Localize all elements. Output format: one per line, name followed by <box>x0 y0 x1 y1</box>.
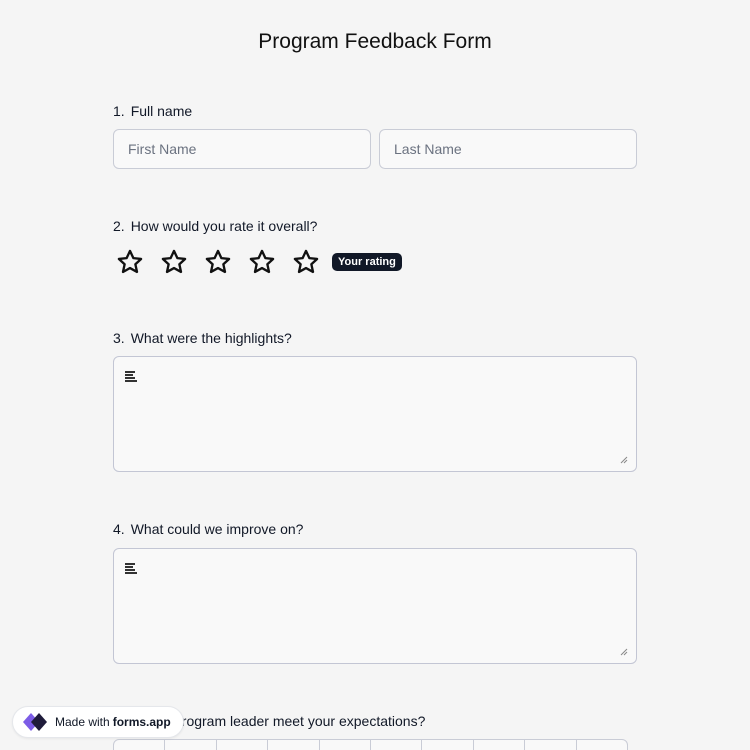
question-3-label: 3. What were the highlights? <box>113 330 292 346</box>
question-number: 4. <box>113 521 125 537</box>
star-5-icon[interactable] <box>292 248 320 276</box>
star-3-icon[interactable] <box>204 248 232 276</box>
form-title: Program Feedback Form <box>258 30 492 53</box>
scale-option[interactable] <box>524 739 577 750</box>
scale-option[interactable] <box>472 739 526 750</box>
question-number: 3. <box>113 330 125 346</box>
brand-name: forms.app <box>112 715 171 729</box>
scale-option[interactable] <box>369 739 423 750</box>
question-number: 1. <box>113 103 125 119</box>
text-align-icon <box>125 371 137 382</box>
last-name-input[interactable]: Last Name <box>379 129 637 169</box>
question-number: 2. <box>113 218 125 234</box>
question-text: What were the highlights? <box>130 330 292 346</box>
star-4-icon[interactable] <box>248 248 276 276</box>
scale-option[interactable] <box>575 739 628 750</box>
first-name-input[interactable]: First Name <box>113 129 371 169</box>
question-text: Full name <box>130 103 193 119</box>
scale-option[interactable] <box>318 739 371 750</box>
question-text: program leader meet your expectations? <box>174 713 426 729</box>
star-2-icon[interactable] <box>160 248 188 276</box>
scale-option[interactable] <box>113 739 166 750</box>
star-rating: Your rating <box>116 248 402 276</box>
question-1-label: 1. Full name <box>113 103 192 119</box>
star-1-icon[interactable] <box>116 248 144 276</box>
question-5-label: program leader meet your expectations? <box>174 713 425 729</box>
rating-badge: Your rating <box>332 253 402 271</box>
question-text: What could we improve on? <box>130 521 304 537</box>
scale-option[interactable] <box>267 739 320 750</box>
made-with-badge[interactable]: Made with forms.app <box>12 706 184 738</box>
question-text: How would you rate it overall? <box>130 218 318 234</box>
scale-option[interactable] <box>164 739 217 750</box>
rating-scale <box>113 739 628 750</box>
forms-app-logo-icon <box>23 713 47 731</box>
highlights-textarea[interactable] <box>113 356 637 472</box>
scale-option[interactable] <box>421 739 474 750</box>
scale-option[interactable] <box>215 739 269 750</box>
text-align-icon <box>125 563 137 574</box>
question-2-label: 2. How would you rate it overall? <box>113 218 317 234</box>
question-4-label: 4. What could we improve on? <box>113 521 303 537</box>
resize-handle-icon[interactable] <box>620 456 628 464</box>
made-with-text: Made with <box>55 715 110 729</box>
improvements-textarea[interactable] <box>113 548 637 664</box>
resize-handle-icon[interactable] <box>620 648 628 656</box>
